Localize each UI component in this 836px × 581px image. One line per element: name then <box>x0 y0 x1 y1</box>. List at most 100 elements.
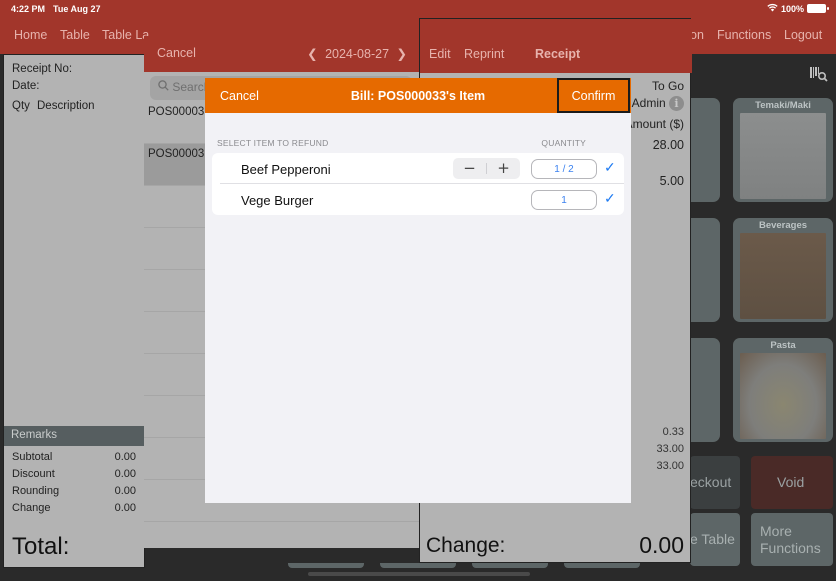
cashier-name: Admin <box>631 96 666 110</box>
quantity-header: QUANTITY <box>541 138 586 148</box>
battery-percent: 100% <box>780 3 804 14</box>
date-label: Date: <box>12 80 40 92</box>
discount-value: 0.00 <box>114 468 136 480</box>
total-label: Total: <box>12 533 70 560</box>
change-value: 0.00 <box>114 502 136 514</box>
item-name: Vege Burger <box>241 193 314 208</box>
refund-item-row[interactable]: Vege Burger ✓ <box>212 184 624 215</box>
category-tile-partial[interactable] <box>690 338 720 442</box>
more-functions-label: Functions <box>760 540 821 556</box>
void-label: Void <box>777 474 805 490</box>
nav-logout[interactable]: Logout <box>784 28 822 42</box>
receipt-panel: Receipt No: Date: Qty Description Remark… <box>3 54 146 568</box>
search-icon <box>158 80 172 94</box>
bottom-tab[interactable] <box>380 563 456 568</box>
item-name: Beef Pepperoni <box>241 162 331 177</box>
subtotal-total: 33.00 <box>656 443 684 455</box>
subtotal-row: Subtotal 0.00 <box>12 451 136 463</box>
checkmark-icon[interactable]: ✓ <box>604 159 616 176</box>
change-value: 0.00 <box>639 532 684 558</box>
bill-list-cancel-button[interactable]: Cancel <box>157 46 196 60</box>
category-tile-temaki[interactable]: Temaki/Maki <box>733 98 833 202</box>
description-header: Description <box>37 100 95 112</box>
section-header: SELECT ITEM TO REFUND <box>217 138 329 148</box>
bill-number: POS00003 <box>148 148 205 160</box>
bill-list-header: Cancel ❮ 2024-08-27 ❯ <box>144 36 419 72</box>
change-label: Change <box>12 502 51 514</box>
checkmark-icon[interactable]: ✓ <box>604 190 616 207</box>
category-tile-pasta[interactable]: Pasta <box>733 338 833 442</box>
quantity-field[interactable] <box>531 159 597 179</box>
bill-number: POS00003 <box>148 106 205 118</box>
category-label: Beverages <box>758 220 808 231</box>
bottom-tab[interactable] <box>564 563 640 568</box>
refund-item-list: Beef Pepperoni − + ✓ Vege Burger ✓ <box>212 153 624 215</box>
date-navigator: ❮ 2024-08-27 ❯ <box>307 46 407 61</box>
next-date-icon[interactable]: ❯ <box>397 47 407 61</box>
receipt-title: Receipt <box>535 47 581 61</box>
status-time: 4:22 PM <box>11 4 46 14</box>
discount-row: Discount 0.00 <box>12 468 136 480</box>
category-tile-partial[interactable] <box>690 98 720 202</box>
info-icon[interactable]: i <box>669 96 684 112</box>
subtotal-label: Subtotal <box>12 451 53 463</box>
status-date: Tue Aug 27 <box>53 4 101 14</box>
current-date: 2024-08-27 <box>325 47 390 61</box>
nav-partial[interactable]: on <box>690 28 704 42</box>
void-button[interactable]: Void <box>751 456 833 509</box>
subtotal-value: 0.00 <box>114 451 136 463</box>
table-label: e Table <box>690 531 735 547</box>
receipt-detail-header: Edit Reprint Receipt <box>420 19 692 73</box>
wifi-icon <box>767 3 778 14</box>
quantity-stepper[interactable]: − + <box>453 158 520 179</box>
rounding-value: 0.00 <box>114 485 136 497</box>
status-bar: 4:22 PM Tue Aug 27 100% <box>0 0 836 18</box>
bottom-tab[interactable] <box>288 563 364 568</box>
more-functions-button[interactable]: More Functions <box>751 513 833 566</box>
quantity-field[interactable] <box>531 190 597 210</box>
category-image <box>740 233 826 319</box>
category-label: Temaki/Maki <box>755 100 811 111</box>
checkout-button[interactable]: eckout <box>690 456 740 509</box>
increment-button[interactable]: + <box>487 158 520 179</box>
nav-functions[interactable]: Functions <box>717 28 771 42</box>
checkout-label: eckout <box>690 474 732 490</box>
discount-label: Discount <box>12 468 55 480</box>
rounding-row: Rounding 0.00 <box>12 485 136 497</box>
nav-table-layout[interactable]: Table La <box>102 28 149 42</box>
decrement-button[interactable]: − <box>453 158 486 179</box>
amount-header: Amount ($) <box>624 117 684 131</box>
order-type: To Go <box>651 79 684 93</box>
modal-header: Cancel Bill: POS000033's Item Confirm <box>205 78 631 113</box>
grand-total: 33.00 <box>656 460 684 472</box>
nav-home[interactable]: Home <box>14 28 47 42</box>
line-amount: 5.00 <box>659 174 684 188</box>
modal-confirm-button[interactable]: Confirm <box>557 78 630 113</box>
qty-header: Qty <box>12 100 30 112</box>
edit-button[interactable]: Edit <box>429 47 451 61</box>
rounding-label: Rounding <box>12 485 60 497</box>
table-button[interactable]: e Table <box>690 513 740 566</box>
refund-item-row[interactable]: Beef Pepperoni − + ✓ <box>212 153 624 184</box>
category-tile-partial[interactable] <box>690 218 720 322</box>
reprint-button[interactable]: Reprint <box>464 47 504 61</box>
cashier: Admin i <box>631 96 684 112</box>
rounding-total: 0.33 <box>662 426 684 438</box>
barcode-search-icon[interactable] <box>810 66 828 82</box>
change-row: Change 0.00 <box>12 502 136 514</box>
home-indicator[interactable] <box>308 572 530 576</box>
nav-table[interactable]: Table <box>60 28 90 42</box>
prev-date-icon[interactable]: ❮ <box>307 47 317 61</box>
receipt-no-label: Receipt No: <box>12 63 73 75</box>
battery-icon <box>807 4 829 13</box>
remarks-bar[interactable]: Remarks <box>4 426 146 446</box>
category-image <box>740 353 826 439</box>
bottom-tab[interactable] <box>472 563 548 568</box>
change-label: Change: <box>426 534 506 557</box>
status-right: 100% <box>767 3 829 14</box>
category-tile-beverages[interactable]: Beverages <box>733 218 833 322</box>
category-label: Pasta <box>770 340 796 351</box>
more-functions-label: More <box>760 523 792 539</box>
line-amount: 28.00 <box>652 138 684 152</box>
category-image <box>740 113 826 199</box>
